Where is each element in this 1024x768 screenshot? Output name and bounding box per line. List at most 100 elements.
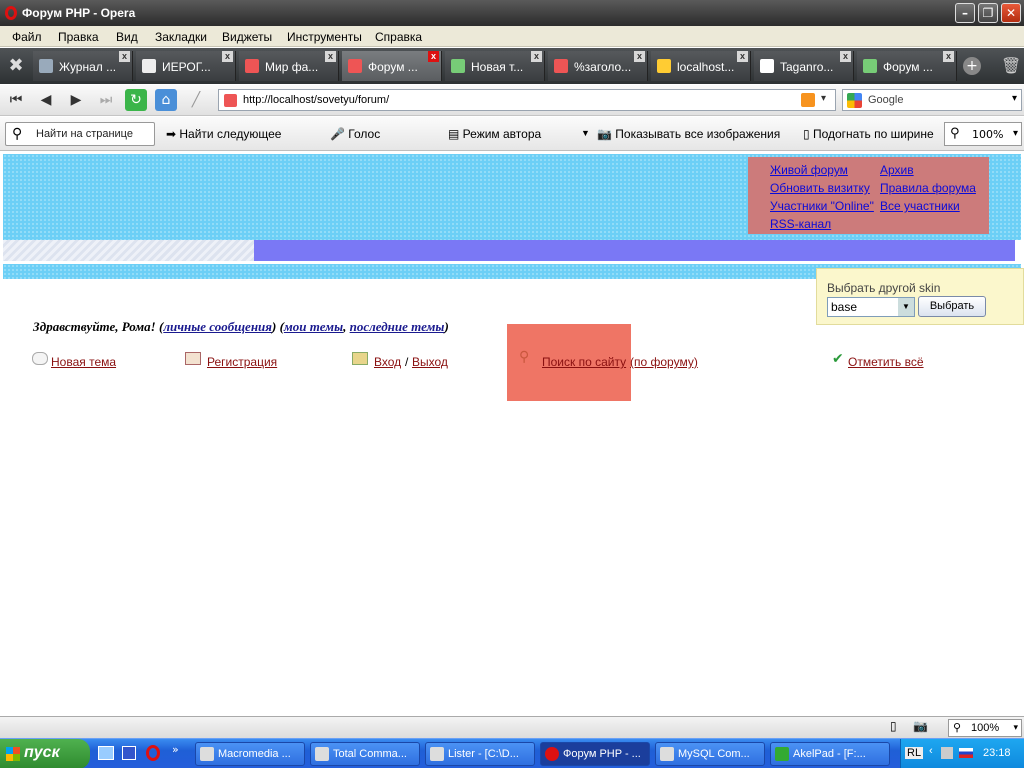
live-forum-link[interactable]: Живой форум bbox=[770, 163, 848, 177]
tab[interactable]: Форум ... x bbox=[857, 51, 957, 81]
home-icon[interactable]: ⌂ bbox=[155, 89, 177, 111]
page-width-icon[interactable]: ▯ bbox=[890, 719, 897, 733]
back-icon[interactable]: ◀ bbox=[35, 89, 57, 111]
zoom-selector[interactable]: ⚲ 100% ▾ bbox=[944, 122, 1022, 146]
mark-all-read-link[interactable]: Отметить всё bbox=[848, 355, 924, 369]
tab-close-icon[interactable]: x bbox=[428, 51, 439, 62]
menu-widgets[interactable]: Виджеты bbox=[222, 30, 272, 44]
trash-icon[interactable]: 🗑 bbox=[1001, 56, 1021, 76]
voice-button[interactable]: 🎤 Голос bbox=[330, 127, 380, 141]
taskbar-item-label: MySQL Com... bbox=[678, 748, 750, 760]
rewind-icon[interactable]: ⏮ bbox=[5, 89, 27, 111]
tab-close-icon[interactable]: x bbox=[943, 51, 954, 62]
menu-file[interactable]: Файл bbox=[12, 30, 42, 44]
address-dropdown-icon[interactable]: ▾ bbox=[821, 93, 826, 104]
private-messages-link[interactable]: личные сообщения bbox=[163, 319, 272, 334]
browser-status-bar: ▯ 📷 ⚲ 100% ▾ bbox=[0, 716, 1024, 738]
russian-flag-icon[interactable] bbox=[959, 748, 973, 758]
tab[interactable]: Журнал ... x bbox=[33, 51, 133, 81]
show-images-button[interactable]: 📷 Показывать все изображения bbox=[597, 127, 780, 141]
search-dropdown-icon[interactable]: ▾ bbox=[1012, 93, 1017, 104]
tray-arrow-icon[interactable]: ‹ bbox=[929, 745, 933, 757]
search-forum-link[interactable]: (по форуму) bbox=[630, 355, 698, 369]
taskbar-item[interactable]: Macromedia ... bbox=[195, 742, 305, 766]
menu-edit[interactable]: Правка bbox=[58, 30, 99, 44]
fast-forward-icon[interactable]: ⏭ bbox=[95, 89, 117, 111]
menu-bookmarks[interactable]: Закладки bbox=[155, 30, 207, 44]
login-link[interactable]: Вход bbox=[374, 355, 401, 369]
tab[interactable]: Taganro... x bbox=[754, 51, 854, 81]
journal-icon bbox=[39, 59, 53, 73]
network-icon[interactable] bbox=[941, 747, 953, 759]
find-next-button[interactable]: ➡ Найти следующее bbox=[166, 127, 281, 141]
all-members-link[interactable]: Все участники bbox=[880, 199, 960, 213]
address-url: http://localhost/sovetyu/forum/ bbox=[243, 94, 390, 106]
quicklaunch-more-icon[interactable]: » bbox=[172, 743, 179, 756]
archive-link[interactable]: Архив bbox=[880, 163, 914, 177]
taskbar-item-active[interactable]: Форум PHP - ... bbox=[540, 742, 650, 766]
skin-select[interactable]: base ▼ bbox=[827, 297, 915, 317]
taskbar-item[interactable]: Lister - [C:\D... bbox=[425, 742, 535, 766]
online-members-link[interactable]: Участники "Online" bbox=[770, 199, 874, 213]
update-card-link[interactable]: Обновить визитку bbox=[770, 181, 870, 195]
login-keys-icon bbox=[352, 352, 368, 365]
tab[interactable]: ИЕРОГ... x bbox=[136, 51, 236, 81]
status-zoom-selector[interactable]: ⚲ 100% ▾ bbox=[948, 719, 1022, 737]
tab-close-icon[interactable]: x bbox=[840, 51, 851, 62]
minimize-button[interactable]: – bbox=[955, 3, 975, 23]
find-placeholder: Найти на странице bbox=[36, 128, 133, 140]
latest-topics-link[interactable]: последние темы bbox=[350, 319, 445, 334]
save-icon[interactable] bbox=[122, 746, 136, 760]
reload-icon[interactable]: ↻ bbox=[125, 89, 147, 111]
fit-width-button[interactable]: ▯ Подогнать по ширине bbox=[803, 127, 934, 141]
dropdown-arrow-icon[interactable]: ▼ bbox=[581, 128, 590, 138]
tab-close-icon[interactable]: x bbox=[119, 51, 130, 62]
zoom-dropdown-icon[interactable]: ▾ bbox=[1013, 722, 1018, 733]
tab[interactable]: %заголо... x bbox=[548, 51, 648, 81]
search-engine-field[interactable]: Google ▾ bbox=[842, 89, 1022, 111]
taskbar-item[interactable]: AkelPad - [F:... bbox=[770, 742, 890, 766]
rules-link[interactable]: Правила форума bbox=[880, 181, 976, 195]
restore-button[interactable]: ❐ bbox=[978, 3, 998, 23]
author-mode-button[interactable]: ▤ Режим автора bbox=[448, 127, 541, 141]
start-button[interactable]: пуск bbox=[0, 739, 90, 768]
tab-close-icon[interactable]: x bbox=[222, 51, 233, 62]
camera-icon[interactable]: 📷 bbox=[913, 719, 928, 733]
logout-link[interactable]: Выход bbox=[412, 355, 448, 369]
taskbar-item[interactable]: Total Comma... bbox=[310, 742, 420, 766]
menu-view[interactable]: Вид bbox=[116, 30, 138, 44]
zoom-icon: ⚲ bbox=[953, 722, 962, 734]
register-link[interactable]: Регистрация bbox=[207, 355, 277, 369]
new-tab-icon[interactable]: + bbox=[963, 57, 981, 75]
show-desktop-icon[interactable] bbox=[98, 746, 114, 760]
wand-icon[interactable]: ╱ bbox=[185, 89, 207, 111]
menu-tools[interactable]: Инструменты bbox=[287, 30, 362, 44]
tab-close-icon[interactable]: x bbox=[634, 51, 645, 62]
tab[interactable]: Мир фа... x bbox=[239, 51, 339, 81]
rss-link[interactable]: RSS-канал bbox=[770, 217, 831, 231]
forward-icon[interactable]: ▶ bbox=[65, 89, 87, 111]
tab-close-icon[interactable]: x bbox=[737, 51, 748, 62]
tab-label: localhost... bbox=[677, 60, 735, 74]
language-indicator[interactable]: RL bbox=[905, 747, 924, 759]
close-button[interactable]: ✕ bbox=[1001, 3, 1021, 23]
taskbar-item[interactable]: MySQL Com... bbox=[655, 742, 765, 766]
menu-help[interactable]: Справка bbox=[375, 30, 422, 44]
tools-panel-icon[interactable]: ✖ bbox=[5, 55, 27, 77]
tab[interactable]: Новая т... x bbox=[445, 51, 545, 81]
tab-close-icon[interactable]: x bbox=[531, 51, 542, 62]
tab-label: Taganro... bbox=[780, 60, 834, 74]
nav-stripe-left bbox=[3, 240, 254, 261]
rss-feed-icon[interactable] bbox=[801, 93, 815, 107]
find-in-page-input[interactable]: ⚲ Найти на странице bbox=[5, 122, 155, 146]
my-topics-link[interactable]: мои темы bbox=[284, 319, 343, 334]
tab-active[interactable]: Форум ... x bbox=[342, 51, 442, 81]
opera-quicklaunch-icon[interactable] bbox=[146, 745, 160, 761]
search-site-link[interactable]: Поиск по сайту bbox=[542, 355, 626, 369]
new-topic-link[interactable]: Новая тема bbox=[51, 355, 116, 369]
zoom-dropdown-icon[interactable]: ▾ bbox=[1013, 128, 1018, 139]
tab-close-icon[interactable]: x bbox=[325, 51, 336, 62]
tab[interactable]: localhost... x bbox=[651, 51, 751, 81]
skin-apply-button[interactable]: Выбрать bbox=[918, 296, 986, 317]
address-field[interactable]: http://localhost/sovetyu/forum/ ▾ bbox=[218, 89, 836, 111]
